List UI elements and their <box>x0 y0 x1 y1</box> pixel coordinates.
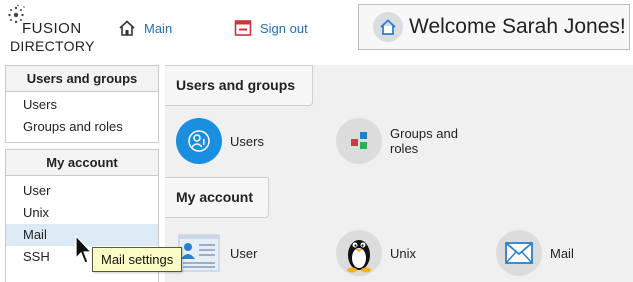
sidebar-users-and-groups: Users and groups Users Groups and roles <box>5 65 159 143</box>
tile-user-label: User <box>230 245 258 261</box>
tile-mail[interactable]: Mail <box>496 230 574 276</box>
nav-signout-label: Sign out <box>260 20 308 36</box>
welcome-text: Welcome Sarah Jones! <box>409 15 626 38</box>
sign-out-icon <box>234 19 252 37</box>
user-card-icon <box>176 230 222 276</box>
section-title-my-account: My account <box>165 177 269 218</box>
nav-main-link[interactable]: Main <box>118 16 172 40</box>
mouse-cursor-icon <box>75 234 93 270</box>
home-icon <box>118 19 136 37</box>
tooltip: Mail settings <box>92 247 183 272</box>
penguin-icon <box>336 230 382 276</box>
sidebar-item-unix[interactable]: Unix <box>6 202 158 224</box>
tile-groups-and-roles[interactable]: Groups and roles <box>336 118 470 164</box>
tile-unix[interactable]: Unix <box>336 230 416 276</box>
sidebar-group-title: My account <box>6 150 158 176</box>
nav-signout-link[interactable]: Sign out <box>234 16 308 40</box>
tile-users[interactable]: Users <box>176 118 264 164</box>
home-icon <box>373 12 403 42</box>
mail-envelope-icon <box>496 230 542 276</box>
tile-groups-label: Groups and roles <box>390 126 458 156</box>
sidebar-item-users[interactable]: Users <box>6 94 158 116</box>
tile-mail-label: Mail <box>550 245 574 261</box>
tile-users-label: Users <box>230 133 264 149</box>
sidebar-item-groups-and-roles[interactable]: Groups and roles <box>6 116 158 138</box>
section-title-users-and-groups: Users and groups <box>165 65 313 106</box>
users-icon <box>176 118 222 164</box>
groups-roles-icon <box>336 118 382 164</box>
logo-text-line2: DIRECTORY <box>10 38 95 54</box>
fusiondirectory-logo: FUSION DIRECTORY <box>6 4 94 54</box>
tile-user[interactable]: User <box>176 230 257 276</box>
sidebar-item-user[interactable]: User <box>6 180 158 202</box>
welcome-banner: Welcome Sarah Jones! <box>358 4 630 50</box>
nav-main-label: Main <box>144 20 173 36</box>
logo-text-line1: FUSION <box>22 20 82 37</box>
sidebar-group-title: Users and groups <box>6 66 158 92</box>
tile-unix-label: Unix <box>390 245 417 261</box>
